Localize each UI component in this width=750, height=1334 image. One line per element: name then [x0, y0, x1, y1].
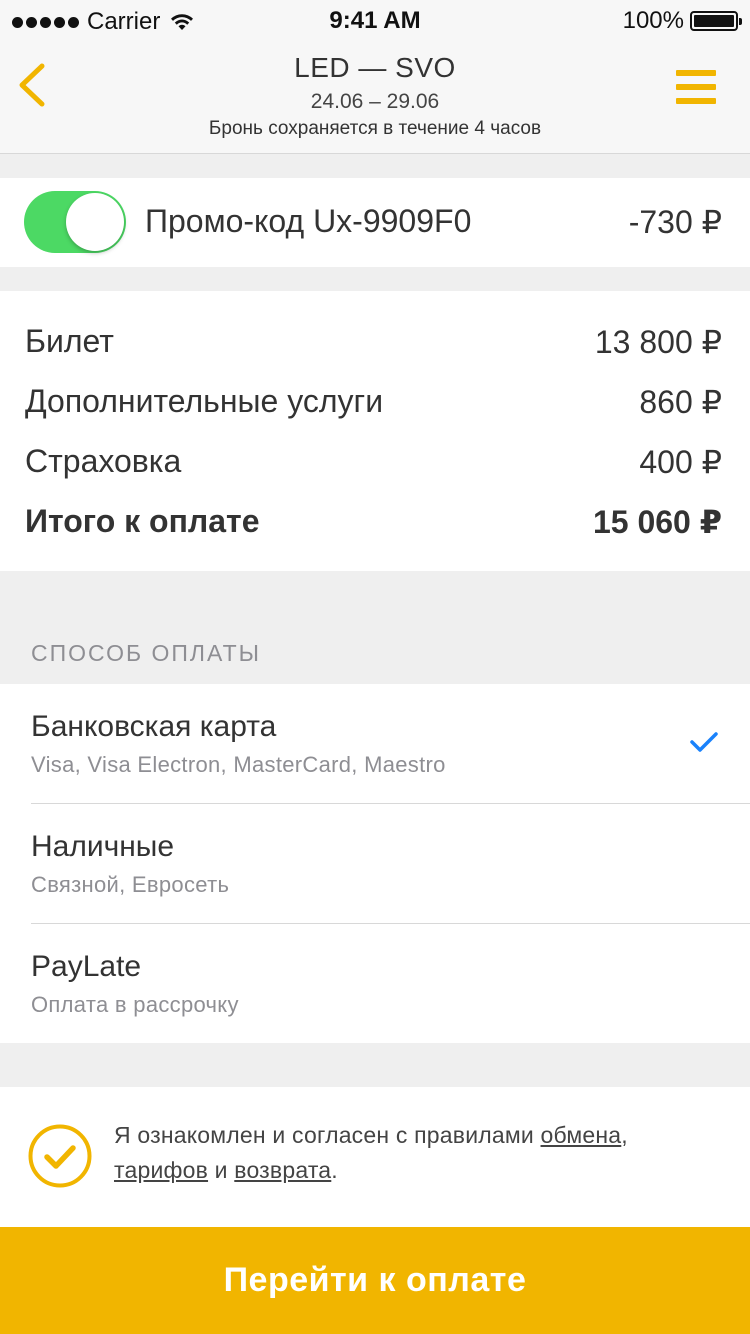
price-row-total: Итого к оплате 15 060 ₽ [25, 503, 722, 543]
separator: и [208, 1157, 235, 1183]
payment-option-paylate[interactable]: PayLate Оплата в рассрочку [0, 924, 750, 1044]
agreement-text-prefix: Я ознакомлен и согласен с правилами [114, 1122, 541, 1148]
payment-option-title: Наличные [31, 830, 175, 863]
link-refund-rules[interactable]: возврата [234, 1157, 331, 1183]
payment-option-title: Банковская карта [31, 710, 277, 743]
proceed-to-payment-button[interactable]: Перейти к оплате [0, 1227, 750, 1334]
price-label: Дополнительные услуги [25, 383, 384, 419]
trip-dates: 24.06 – 29.06 [310, 90, 440, 113]
separator: , [621, 1122, 628, 1148]
battery-icon [690, 11, 742, 31]
payment-option-subtitle: Visa, Visa Electron, MasterCard, Maestro [31, 752, 446, 777]
price-value: 860 ₽ [639, 384, 722, 420]
menu-button[interactable] [676, 70, 716, 104]
price-value: 400 ₽ [639, 444, 722, 480]
price-row-extra-services: Дополнительные услуги 860 ₽ [25, 383, 722, 423]
status-right: 100% [622, 7, 742, 35]
payment-option-subtitle: Оплата в рассрочку [31, 992, 239, 1017]
payment-option-title: PayLate [31, 950, 142, 983]
checkmark-icon [690, 732, 718, 752]
payment-option-cash[interactable]: Наличные Связной, Евросеть [0, 804, 750, 924]
price-label: Страховка [25, 443, 182, 479]
price-breakdown: Билет 13 800 ₽ Дополнительные услуги 860… [0, 291, 750, 571]
link-exchange-rules[interactable]: обмена [541, 1122, 622, 1148]
link-tariff-rules[interactable]: тарифов [114, 1157, 208, 1183]
price-label: Билет [25, 323, 114, 359]
total-value: 15 060 ₽ [592, 504, 722, 540]
agree-checkbox[interactable] [28, 1124, 92, 1188]
payment-options-list: Банковская карта Visa, Visa Electron, Ma… [0, 684, 750, 1043]
terms-agreement: Я ознакомлен и согласен с правилами обме… [0, 1087, 750, 1227]
payment-option-subtitle: Связной, Евросеть [31, 872, 230, 897]
route-title: LED — SVO [294, 52, 456, 83]
price-row-insurance: Страховка 400 ₽ [25, 443, 722, 483]
agreement-text: Я ознакомлен и согласен с правилами обме… [114, 1118, 724, 1188]
nav-title-block: LED — SVO 24.06 – 29.06 Бронь сохраняетс… [0, 52, 750, 140]
navigation-bar: LED — SVO 24.06 – 29.06 Бронь сохраняетс… [0, 40, 750, 154]
total-label: Итого к оплате [25, 503, 260, 539]
price-row-ticket: Билет 13 800 ₽ [25, 323, 722, 363]
toggle-knob [66, 193, 124, 251]
promo-discount-value: -730 ₽ [628, 204, 722, 240]
promo-toggle[interactable] [24, 191, 126, 253]
checkbox-checked-icon [28, 1124, 92, 1188]
promo-code-row: Промо-код Ux-9909F0 -730 ₽ [0, 178, 750, 267]
payment-section-header: СПОСОБ ОПЛАТЫ [31, 640, 261, 666]
agreement-text-suffix: . [331, 1157, 338, 1183]
price-value: 13 800 ₽ [594, 324, 722, 360]
promo-code-label: Промо-код Ux-9909F0 [145, 203, 472, 239]
payment-option-bank-card[interactable]: Банковская карта Visa, Visa Electron, Ma… [0, 684, 750, 804]
battery-percent: 100% [622, 7, 684, 34]
status-bar: Carrier 9:41 AM 100% [0, 0, 750, 40]
booking-hold-note: Бронь сохраняется в течение 4 часов [208, 118, 542, 139]
